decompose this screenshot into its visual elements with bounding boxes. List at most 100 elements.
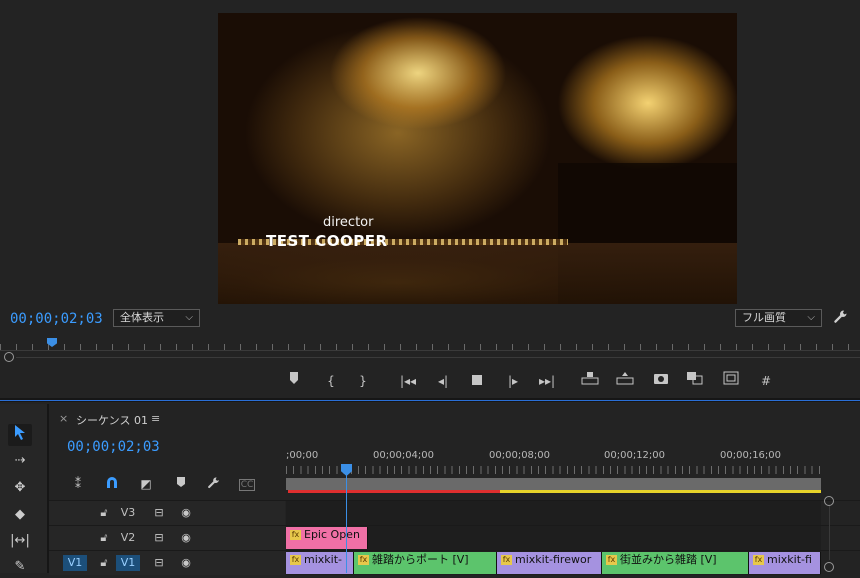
timeline-panel: × シーケンス 01 ≡ 00;00;02;03 ⁑ ◩ CC ;00;00 0… xyxy=(49,404,860,575)
clip-label: mixkit-firewor xyxy=(515,553,592,566)
clip[interactable]: fx mixkit-firewor xyxy=(497,552,602,574)
track-header: V1 🔓︎ V1 ⊟ ◉ xyxy=(49,551,285,575)
track-lane[interactable]: fx Epic Open xyxy=(286,526,821,550)
work-area-bar[interactable] xyxy=(286,478,821,490)
clip-label: mixkit- xyxy=(304,553,342,566)
ruler-label: 00;00;16;00 xyxy=(720,450,782,461)
safe-margins-icon[interactable] xyxy=(721,371,741,391)
clip-label: mixkit-fi xyxy=(767,553,812,566)
lock-icon[interactable]: 🔓︎ xyxy=(97,505,111,521)
linked-selection-icon[interactable]: ◩ xyxy=(138,476,154,492)
go-to-in-icon[interactable]: |◂◂ xyxy=(398,371,418,391)
track-name[interactable]: V3 xyxy=(116,505,140,521)
clip[interactable]: fx mixkit- xyxy=(286,552,354,574)
captions-icon[interactable]: CC xyxy=(239,479,255,491)
mark-out-icon[interactable]: } xyxy=(353,371,373,391)
credit-name-text: TEST COOPER xyxy=(266,232,388,250)
playback-quality-value: フル画質 xyxy=(742,311,786,324)
track-name[interactable]: V1 xyxy=(116,555,140,571)
snap-magnet-icon[interactable] xyxy=(104,476,120,492)
program-timecode[interactable]: 00;00;02;03 xyxy=(10,311,103,327)
track-select-tool-icon[interactable]: ⇢ xyxy=(8,450,32,472)
program-monitor: director TEST COOPER 00;00;02;03 全体表示 ⌵ … xyxy=(0,0,860,398)
eye-icon[interactable]: ◉ xyxy=(179,555,193,571)
zoom-level-value: 全体表示 xyxy=(120,311,164,324)
sync-lock-icon[interactable]: ⊟ xyxy=(152,505,166,521)
export-frame-icon[interactable] xyxy=(651,371,671,391)
nest-sequence-icon[interactable]: ⁑ xyxy=(70,476,86,492)
lock-icon[interactable]: 🔓︎ xyxy=(97,530,111,546)
selection-tool-icon[interactable] xyxy=(8,424,32,446)
scrollbar-handle[interactable] xyxy=(824,496,834,506)
zoom-scrollbar[interactable] xyxy=(4,352,860,362)
comparison-view-icon[interactable] xyxy=(685,371,705,391)
playhead-handle[interactable] xyxy=(341,464,352,476)
sequence-timecode[interactable]: 00;00;02;03 xyxy=(67,439,160,455)
clip[interactable]: fx Epic Open xyxy=(286,527,368,549)
step-back-icon[interactable]: ◂| xyxy=(433,371,453,391)
ruler-label: ;00;00 xyxy=(286,450,319,461)
fx-badge-icon: fx xyxy=(290,555,301,565)
panel-divider[interactable] xyxy=(0,398,860,402)
clip[interactable]: fx 街並みから雑踏 [V] xyxy=(602,552,749,574)
render-status-red xyxy=(288,490,500,493)
clip[interactable]: fx mixkit-fi xyxy=(749,552,821,574)
timeline-settings-wrench-icon[interactable] xyxy=(206,476,222,492)
track-v2: 🔓︎ V2 ⊟ ◉ fx Epic Open xyxy=(49,525,860,550)
transport-controls: { } |◂◂ ◂| |▸ ▸▸| # xyxy=(0,371,860,393)
playhead-line[interactable] xyxy=(346,466,347,573)
time-ruler-labels: ;00;00 00;00;04;00 00;00;08;00 00;00;12;… xyxy=(286,450,860,464)
scrollbar-handle[interactable] xyxy=(4,352,14,362)
track-name[interactable]: V2 xyxy=(116,530,140,546)
ruler-label: 00;00;12;00 xyxy=(604,450,666,461)
sync-lock-icon[interactable]: ⊟ xyxy=(152,555,166,571)
chevron-down-icon: ⌵ xyxy=(185,312,193,323)
ripple-edit-tool-icon[interactable]: ✥ xyxy=(8,477,32,499)
track-header: 🔓︎ V2 ⊟ ◉ xyxy=(49,526,285,550)
credit-role-text: director xyxy=(323,215,374,230)
fx-badge-icon: fx xyxy=(753,555,764,565)
eye-icon[interactable]: ◉ xyxy=(179,505,193,521)
step-forward-icon[interactable]: |▸ xyxy=(503,371,523,391)
eye-icon[interactable]: ◉ xyxy=(179,530,193,546)
lock-icon[interactable]: 🔓︎ xyxy=(97,555,111,571)
panel-menu-icon[interactable]: ≡ xyxy=(151,412,160,425)
sequence-tab[interactable]: シーケンス 01 xyxy=(76,412,148,428)
ruler-label: 00;00;08;00 xyxy=(489,450,551,461)
fx-badge-icon: fx xyxy=(606,555,617,565)
close-tab-icon[interactable]: × xyxy=(59,412,68,425)
settings-wrench-icon[interactable] xyxy=(833,309,849,325)
add-marker-icon[interactable] xyxy=(173,476,189,492)
video-preview[interactable] xyxy=(218,13,737,304)
fx-badge-icon: fx xyxy=(290,530,301,540)
vertical-zoom-scrollbar[interactable] xyxy=(824,494,834,573)
fx-badge-icon: fx xyxy=(501,555,512,565)
track-lane[interactable] xyxy=(286,501,821,525)
pen-tool-icon[interactable]: ✎ xyxy=(8,556,32,578)
extract-icon[interactable] xyxy=(615,371,635,391)
playback-quality-select[interactable]: フル画質 ⌵ xyxy=(735,309,822,327)
clip-label: 街並みから雑踏 [V] xyxy=(620,553,717,566)
stop-icon[interactable] xyxy=(467,371,487,391)
go-to-out-icon[interactable]: ▸▸| xyxy=(537,371,557,391)
time-ruler[interactable] xyxy=(286,466,821,474)
zoom-level-select[interactable]: 全体表示 ⌵ xyxy=(113,309,200,327)
track-v1: V1 🔓︎ V1 ⊟ ◉ fx mixkit- fx 雑踏からポート [V] fx m… xyxy=(49,550,860,575)
track-header: 🔓︎ V3 ⊟ ◉ xyxy=(49,501,285,525)
chevron-down-icon: ⌵ xyxy=(807,312,815,323)
tools-panel: ⇢ ✥ ◆ |↔| ✎ xyxy=(0,404,49,574)
lift-icon[interactable] xyxy=(580,371,600,391)
razor-tool-icon[interactable]: ◆ xyxy=(8,504,32,526)
mark-in-icon[interactable]: { xyxy=(321,371,341,391)
fx-badge-icon: fx xyxy=(358,555,369,565)
clip-label: Epic Open xyxy=(304,528,360,541)
timecode-overlay-icon[interactable]: # xyxy=(756,371,776,391)
sync-lock-icon[interactable]: ⊟ xyxy=(152,530,166,546)
mini-time-ruler[interactable] xyxy=(0,338,860,351)
scrollbar-handle[interactable] xyxy=(824,562,834,572)
slip-tool-icon[interactable]: |↔| xyxy=(8,530,32,552)
source-patch[interactable]: V1 xyxy=(63,555,87,571)
marker-icon[interactable] xyxy=(284,371,304,391)
track-lane[interactable]: fx mixkit- fx 雑踏からポート [V] fx mixkit-firewor… xyxy=(286,551,821,575)
clip[interactable]: fx 雑踏からポート [V] xyxy=(354,552,497,574)
